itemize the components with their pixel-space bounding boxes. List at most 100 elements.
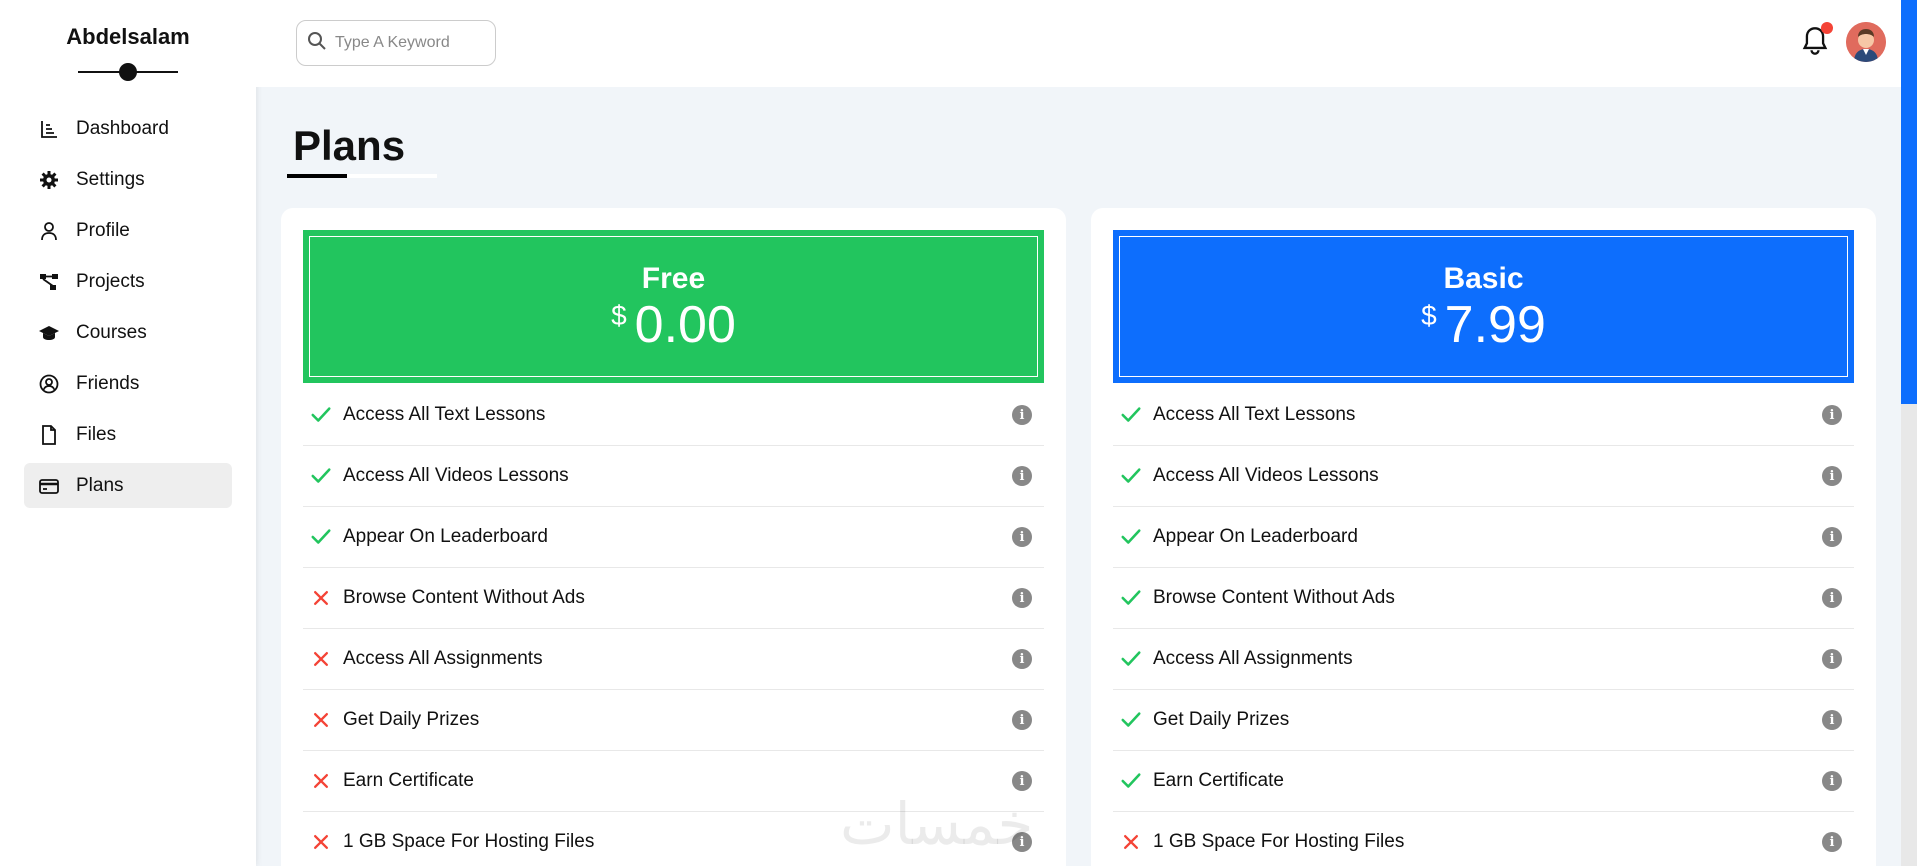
page-title: Plans (293, 122, 406, 169)
sidebar-item-label: Projects (76, 270, 145, 292)
plan-header: Basic $ 7.99 (1113, 230, 1854, 383)
info-icon[interactable]: i (1822, 771, 1842, 791)
file-icon (38, 424, 60, 446)
cross-icon (1119, 830, 1143, 854)
feature-label: Appear On Leaderboard (343, 526, 548, 547)
feature-row: Access All Videos Lessons i (303, 446, 1044, 507)
plan-amount: 7.99 (1444, 295, 1546, 354)
feature-row: Earn Certificate i (1113, 751, 1854, 812)
feature-label: Get Daily Prizes (343, 709, 480, 730)
feature-label: Access All Text Lessons (343, 404, 546, 425)
feature-row: 1 GB Space For Hosting Files i (1113, 812, 1854, 866)
info-icon[interactable]: i (1012, 405, 1032, 425)
plan-price: $ 7.99 (1421, 298, 1546, 352)
sidebar-item-files[interactable]: Files (24, 412, 232, 457)
check-icon (309, 525, 333, 549)
sidebar-item-courses[interactable]: Courses (24, 310, 232, 355)
info-icon[interactable]: i (1012, 588, 1032, 608)
sidebar: Abdelsalam Dashboard Settings Profile Pr… (0, 0, 256, 866)
info-icon[interactable]: i (1012, 771, 1032, 791)
sidebar-item-label: Files (76, 423, 117, 445)
check-icon (1119, 464, 1143, 488)
info-icon[interactable]: i (1822, 466, 1842, 486)
sidebar-item-label: Plans (76, 474, 124, 496)
sidebar-item-plans[interactable]: Plans (24, 463, 232, 508)
watermark: خمسات (840, 790, 1034, 858)
topbar (256, 0, 1901, 87)
plan-card-basic: Basic $ 7.99 Access All Text Lessons i Acc… (1091, 208, 1876, 866)
sidebar-item-settings[interactable]: Settings (24, 157, 232, 202)
feature-row: Get Daily Prizes i (303, 690, 1044, 751)
check-icon (1119, 586, 1143, 610)
info-icon[interactable]: i (1822, 588, 1842, 608)
plan-name: Free (641, 261, 706, 295)
info-icon[interactable]: i (1822, 649, 1842, 669)
feature-label: Earn Certificate (1153, 770, 1284, 791)
info-icon[interactable]: i (1822, 832, 1842, 852)
brand-mark (78, 62, 178, 82)
check-icon (1119, 525, 1143, 549)
sidebar-item-friends[interactable]: Friends (24, 361, 232, 406)
info-icon[interactable]: i (1822, 405, 1842, 425)
info-icon[interactable]: i (1012, 466, 1032, 486)
feature-label: Access All Assignments (343, 648, 543, 669)
sidebar-item-label: Profile (76, 219, 130, 241)
feature-row: Browse Content Without Ads i (1113, 568, 1854, 629)
info-icon[interactable]: i (1822, 710, 1842, 730)
feature-list: Access All Text Lessons i Access All Video… (1113, 385, 1854, 866)
info-icon[interactable]: i (1012, 710, 1032, 730)
feature-label: 1 GB Space For Hosting Files (1153, 831, 1405, 852)
feature-row: Access All Assignments i (1113, 629, 1854, 690)
sidebar-item-label: Friends (76, 372, 140, 394)
check-icon (1119, 708, 1143, 732)
plan-header: Free $ 0.00 (303, 230, 1044, 383)
cross-icon (309, 769, 333, 793)
check-icon (1119, 647, 1143, 671)
sidebar-item-label: Dashboard (76, 117, 169, 139)
notification-dot (1821, 22, 1833, 34)
scrollbar[interactable] (1901, 0, 1917, 866)
sidebar-item-label: Courses (76, 321, 147, 343)
info-icon[interactable]: i (1822, 527, 1842, 547)
cross-icon (309, 586, 333, 610)
info-icon[interactable]: i (1012, 649, 1032, 669)
sidebar-item-profile[interactable]: Profile (24, 208, 232, 253)
check-icon (309, 464, 333, 488)
feature-label: Access All Text Lessons (1153, 404, 1356, 425)
cross-icon (309, 708, 333, 732)
user-icon (38, 220, 60, 242)
bell-icon[interactable] (1801, 22, 1833, 60)
feature-row: Browse Content Without Ads i (303, 568, 1044, 629)
plan-currency: $ (611, 299, 627, 331)
brand-name: Abdelsalam (66, 24, 190, 49)
feature-row: Access All Text Lessons i (1113, 385, 1854, 446)
sidebar-item-label: Settings (76, 168, 145, 190)
feature-row: Access All Videos Lessons i (1113, 446, 1854, 507)
feature-row: Access All Assignments i (303, 629, 1044, 690)
chart-icon (38, 118, 60, 140)
plan-currency: $ (1421, 299, 1437, 331)
graduation-cap-icon (38, 322, 60, 344)
plan-amount: 0.00 (634, 295, 736, 354)
plan-name: Basic (1443, 261, 1524, 295)
search-icon (307, 31, 327, 56)
search-box[interactable] (296, 20, 496, 66)
gear-icon (38, 169, 60, 191)
info-icon[interactable]: i (1012, 527, 1032, 547)
feature-row: Appear On Leaderboard i (1113, 507, 1854, 568)
feature-label: Earn Certificate (343, 770, 474, 791)
user-circle-icon (38, 373, 60, 395)
feature-row: Access All Text Lessons i (303, 385, 1044, 446)
feature-label: Access All Assignments (1153, 648, 1353, 669)
feature-label: Browse Content Without Ads (1153, 587, 1395, 608)
sidebar-nav: Dashboard Settings Profile Projects Cour… (0, 106, 256, 508)
check-icon (309, 403, 333, 427)
search-input[interactable] (335, 34, 485, 52)
avatar[interactable] (1846, 22, 1886, 62)
cross-icon (309, 830, 333, 854)
scrollbar-thumb[interactable] (1901, 0, 1917, 404)
sidebar-item-projects[interactable]: Projects (24, 259, 232, 304)
diagram-icon (38, 271, 60, 293)
sidebar-item-dashboard[interactable]: Dashboard (24, 106, 232, 151)
feature-label: Access All Videos Lessons (1153, 465, 1379, 486)
